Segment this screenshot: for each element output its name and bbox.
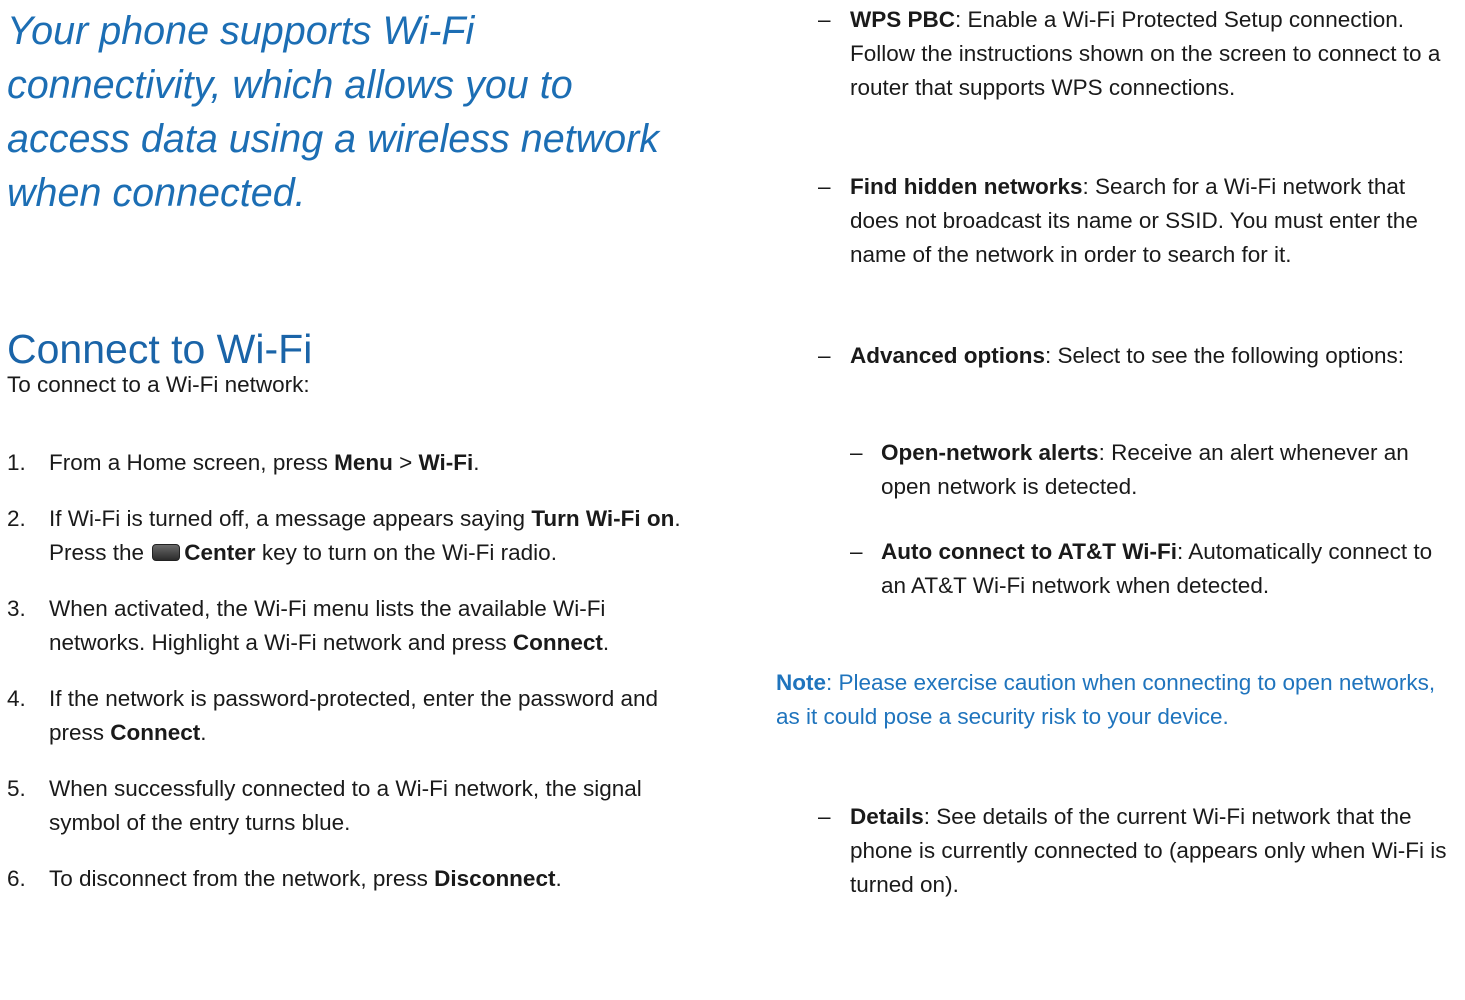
step-number: 3. <box>7 596 26 621</box>
step-item: 6. To disconnect from the network, press… <box>7 862 697 896</box>
wifi-term: Wi-Fi <box>418 450 474 475</box>
dash-bullet: – <box>818 174 831 199</box>
step-item: 5. When successfully connected to a Wi-F… <box>7 772 697 840</box>
step-text: . <box>602 630 610 655</box>
sub-options-list: – Open-network alerts: Receive an alert … <box>776 436 1456 504</box>
center-key-icon <box>152 544 181 561</box>
option-item-open-network-alerts: – Open-network alerts: Receive an alert … <box>776 436 1456 504</box>
step-text: To disconnect from the network, press <box>49 866 435 891</box>
step-text: . <box>555 866 562 891</box>
step-number: 4. <box>7 686 26 711</box>
options-list: – Find hidden networks: Search for a Wi-… <box>776 170 1456 272</box>
intro-text: Your phone supports Wi-Fi connectivity, … <box>7 9 660 215</box>
dash-bullet: – <box>818 804 831 829</box>
step-item: 3. When activated, the Wi-Fi menu lists … <box>7 592 697 660</box>
note-text: : Please exercise caution when connectin… <box>776 670 1436 729</box>
disconnect-term: Disconnect <box>434 866 556 891</box>
step-text: If Wi-Fi is turned off, a message appear… <box>49 506 532 531</box>
note-callout: Note: Please exercise caution when conne… <box>776 666 1456 734</box>
option-term: Find hidden networks <box>850 174 1083 199</box>
option-item-advanced-options: – Advanced options: Select to see the fo… <box>776 339 1456 373</box>
option-term: Details <box>850 804 924 829</box>
option-term: Open-network alerts <box>881 440 1099 465</box>
step-item: 2. If Wi-Fi is turned off, a message app… <box>7 502 697 570</box>
step-number: 6. <box>7 866 26 891</box>
option-item-find-hidden-networks: – Find hidden networks: Search for a Wi-… <box>776 170 1456 272</box>
options-list: – Details: See details of the current Wi… <box>776 800 1456 902</box>
dash-bullet: – <box>850 440 863 465</box>
options-list: – Advanced options: Select to see the fo… <box>776 339 1456 373</box>
dash-bullet: – <box>818 7 831 32</box>
steps-list: 1. From a Home screen, press Menu > Wi-F… <box>7 446 697 918</box>
step-text: key to turn on the Wi-Fi radio. <box>255 540 557 565</box>
step-text: > <box>392 450 419 475</box>
step-item: 1. From a Home screen, press Menu > Wi-F… <box>7 446 697 480</box>
option-term: Auto connect to AT&T Wi-Fi <box>881 539 1177 564</box>
step-text: From a Home screen, press <box>49 450 335 475</box>
option-item-details: – Details: See details of the current Wi… <box>776 800 1456 902</box>
menu-term: Menu <box>334 450 393 475</box>
steps-lead-text: To connect to a Wi-Fi network: <box>7 372 310 397</box>
turn-wifi-on-term: Turn Wi-Fi on <box>531 506 675 531</box>
connect-term: Connect <box>110 720 201 745</box>
step-text: When successfully connected to a Wi-Fi n… <box>49 776 642 835</box>
step-text: . <box>200 720 207 745</box>
connect-term: Connect <box>512 630 603 655</box>
option-item-auto-connect: – Auto connect to AT&T Wi-Fi: Automatica… <box>776 535 1456 603</box>
step-number: 2. <box>7 506 26 531</box>
options-list: – WPS PBC: Enable a Wi-Fi Protected Setu… <box>776 3 1456 105</box>
center-term: Center <box>184 540 256 565</box>
option-term: WPS PBC <box>850 7 956 32</box>
step-item: 4. If the network is password-protected,… <box>7 682 697 750</box>
step-text: . <box>473 450 480 475</box>
dash-bullet: – <box>850 539 863 564</box>
note-label: Note <box>776 670 826 695</box>
option-term: Advanced options <box>850 343 1046 368</box>
step-number: 5. <box>7 776 26 801</box>
option-desc: : See details of the current Wi-Fi netwo… <box>850 804 1447 897</box>
step-number: 1. <box>7 450 26 475</box>
option-item-wps-pbc: – WPS PBC: Enable a Wi-Fi Protected Setu… <box>776 3 1456 105</box>
section-heading: Connect to Wi-Fi <box>7 326 313 372</box>
sub-options-list: – Auto connect to AT&T Wi-Fi: Automatica… <box>776 535 1456 603</box>
option-desc: : Select to see the following options: <box>1045 343 1404 368</box>
dash-bullet: – <box>818 343 831 368</box>
